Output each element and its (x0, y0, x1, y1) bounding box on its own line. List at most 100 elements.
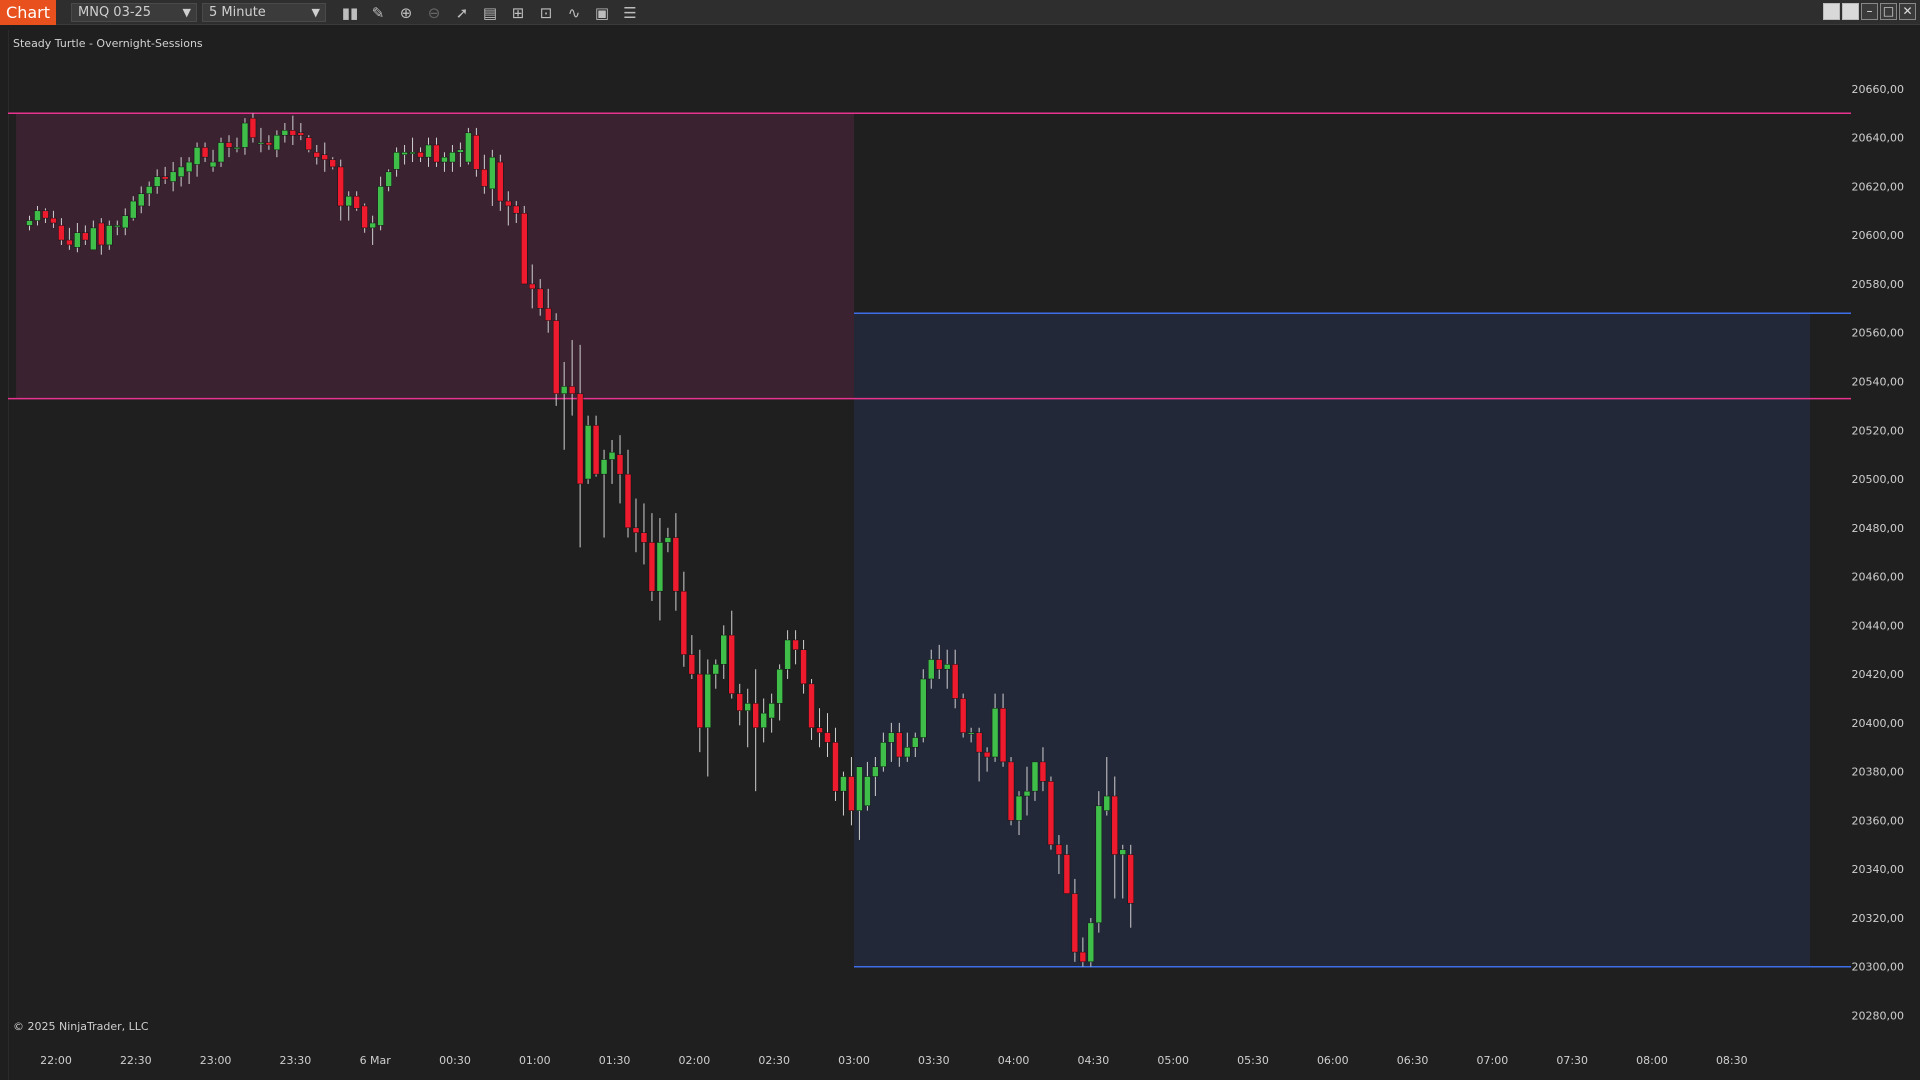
candle-body (137, 193, 145, 207)
candle-body (249, 117, 257, 138)
candle (704, 659, 712, 777)
x-tick-label: 6 Mar (360, 1054, 392, 1067)
candle (584, 415, 592, 484)
candle (728, 610, 735, 699)
candle-body (696, 673, 704, 729)
y-tick-label: 20380,00 (1852, 766, 1905, 779)
candle (848, 757, 855, 826)
candle-body (888, 732, 895, 743)
x-tick-label: 05:00 (1157, 1054, 1189, 1067)
candle (688, 635, 696, 679)
candle-body (920, 678, 927, 738)
candle-body (584, 425, 592, 480)
candle-body (648, 542, 656, 592)
x-tick-label: 08:00 (1636, 1054, 1668, 1067)
candle-body (305, 137, 313, 151)
candle-body (624, 473, 632, 529)
candle-body (481, 169, 488, 187)
candle (672, 513, 680, 611)
candle-body (608, 451, 616, 460)
candle-body (369, 222, 376, 229)
indicator-label: Steady Turtle - Overnight-Sessions (13, 37, 203, 50)
candle-body (896, 732, 903, 758)
candle-body (377, 186, 384, 226)
candle-body (82, 232, 89, 241)
candle-body (1111, 795, 1119, 855)
candle-body (145, 186, 153, 194)
candle (840, 771, 847, 816)
price-chart[interactable]: 20660,00 20640,00 20620,00 20600,00 20580,00… (0, 0, 1920, 1080)
candle (640, 503, 648, 565)
candle-body (640, 532, 648, 543)
candle-body (1087, 922, 1095, 963)
candle-body (632, 527, 640, 533)
candle (720, 625, 728, 679)
x-tick-label: 08:30 (1716, 1054, 1748, 1067)
candle-body (1031, 761, 1039, 792)
candle-body (904, 747, 911, 758)
candle (648, 513, 656, 601)
candle-body (975, 732, 983, 753)
y-tick-label: 20480,00 (1852, 522, 1905, 535)
x-tick-label: 05:30 (1237, 1054, 1269, 1067)
candle-body (98, 222, 105, 246)
candle-body (864, 776, 871, 807)
candle-body (345, 195, 352, 207)
candle (664, 527, 672, 553)
candle-body (185, 161, 193, 173)
candle-body (808, 683, 815, 729)
y-tick-label: 20440,00 (1852, 619, 1905, 632)
candle-body (656, 542, 664, 592)
candle-body (353, 195, 360, 209)
candle-body (169, 171, 177, 182)
candle (305, 135, 313, 153)
candle-body (768, 703, 775, 719)
candle-body (337, 166, 344, 207)
y-tick-label: 20460,00 (1852, 571, 1905, 584)
candle-body (959, 698, 967, 733)
y-tick-label: 20340,00 (1852, 863, 1905, 876)
candle (744, 688, 751, 748)
candle-body (129, 200, 137, 219)
candle (624, 449, 632, 538)
candle (1047, 776, 1055, 850)
y-tick-label: 20580,00 (1852, 278, 1905, 291)
candle-body (536, 288, 544, 309)
candle-body (568, 386, 576, 394)
candle-body (74, 232, 81, 248)
candle-body (967, 732, 975, 735)
candle-body (552, 320, 560, 394)
candle (608, 440, 616, 484)
candle-body (401, 152, 408, 155)
candle-body (521, 213, 528, 285)
candle (920, 669, 927, 743)
candle-body (935, 659, 943, 670)
candle-body (449, 152, 456, 163)
x-tick-label: 23:30 (280, 1054, 312, 1067)
candle-body (752, 703, 759, 729)
candle-body (329, 159, 336, 168)
candle-body (409, 152, 416, 155)
candle-body (465, 132, 472, 163)
x-tick-label: 22:30 (120, 1054, 152, 1067)
candle (800, 639, 807, 694)
candle-body (257, 142, 265, 145)
candle-body (233, 147, 241, 150)
candle-body (505, 200, 512, 207)
candle-body (600, 459, 608, 475)
candle (473, 127, 480, 177)
x-tick-label: 03:00 (838, 1054, 870, 1067)
candle (592, 415, 600, 477)
candle-body (433, 144, 440, 163)
y-tick-label: 20400,00 (1852, 717, 1905, 730)
candle (816, 708, 823, 748)
candle-body (736, 693, 743, 711)
candle-body (497, 161, 504, 202)
candle-body (872, 766, 879, 777)
candle-body (991, 708, 999, 758)
candle-body (744, 703, 751, 711)
candle-body (361, 205, 368, 229)
candle-body (832, 742, 839, 792)
candle-body (321, 154, 329, 160)
candle (600, 449, 608, 538)
